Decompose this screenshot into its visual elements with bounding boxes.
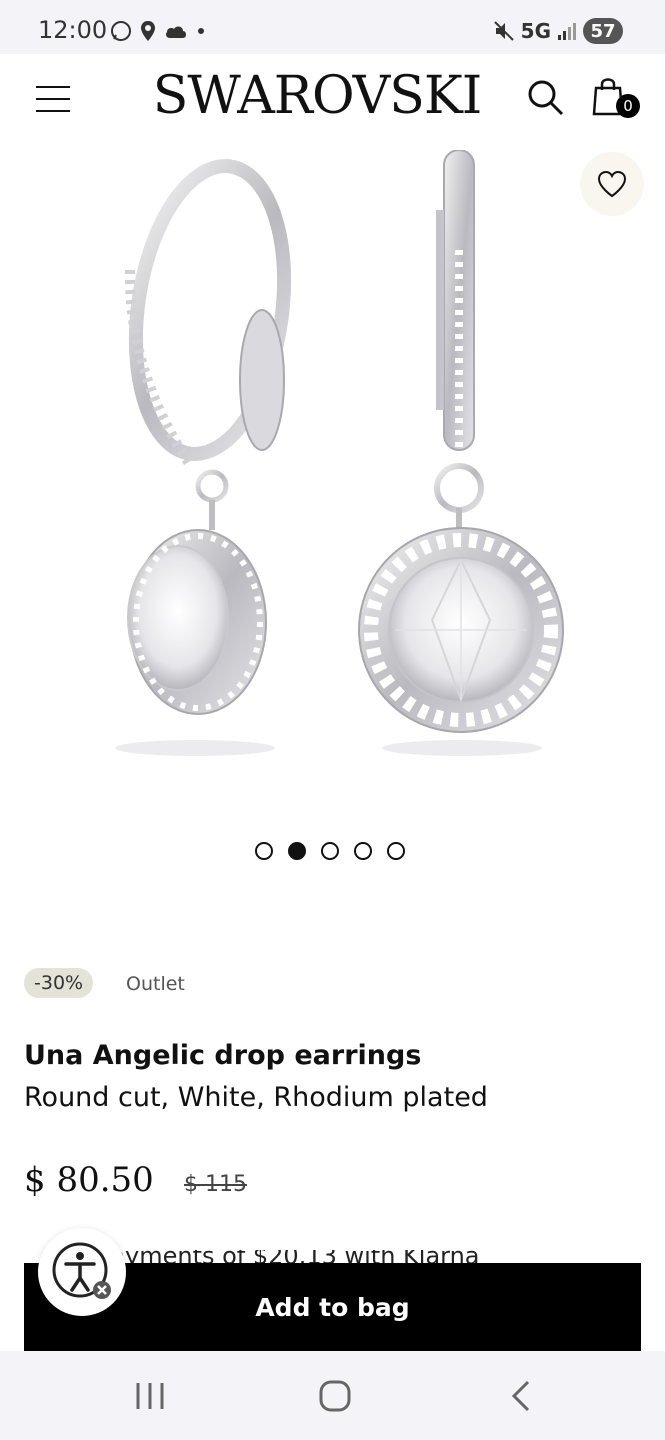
heart-icon	[597, 170, 627, 198]
original-price: $ 115	[184, 1172, 247, 1197]
back-icon	[511, 1380, 530, 1412]
recent-apps-button[interactable]	[134, 1379, 166, 1417]
product-subtitle: Round cut, White, Rhodium plated	[24, 1082, 488, 1113]
outlet-tag: Outlet	[126, 973, 185, 995]
mute-icon	[493, 21, 514, 41]
carousel-dot-3[interactable]	[321, 842, 339, 860]
whatsapp-icon	[111, 21, 131, 41]
menu-button[interactable]	[36, 86, 70, 114]
menu-line	[36, 98, 70, 100]
payment-info-partial: or 4 payments of $20.13 with Klarna	[40, 1250, 620, 1264]
cloud-icon	[166, 26, 186, 38]
product-image[interactable]	[0, 149, 665, 790]
bag-button[interactable]: 0	[592, 76, 640, 124]
recent-apps-icon	[136, 1383, 164, 1409]
carousel-dot-2[interactable]	[288, 842, 306, 860]
carousel-dot-5[interactable]	[387, 842, 405, 860]
status-time: 12:00	[38, 16, 108, 44]
wishlist-button[interactable]	[580, 152, 644, 216]
signal-icon	[558, 23, 576, 40]
system-nav-bar	[0, 1351, 665, 1440]
carousel-indicators	[255, 842, 405, 860]
network-label: 5G	[520, 19, 551, 43]
battery-indicator: 57	[583, 18, 623, 44]
menu-line	[36, 110, 70, 112]
carousel-dot-1[interactable]	[255, 842, 273, 860]
payment-info-text: or 4 payments of $20.13 with Klarna	[40, 1250, 480, 1264]
status-bar: 12:00 5G 57	[0, 0, 665, 54]
accessibility-icon	[52, 1242, 111, 1299]
discount-badge: -30%	[24, 968, 94, 998]
status-system-icons: 5G 57	[493, 18, 623, 44]
status-notification-icons	[110, 20, 206, 42]
location-icon	[141, 21, 155, 41]
site-header: SWAROVSKI 0	[0, 54, 665, 150]
bag-count-badge: 0	[616, 94, 640, 118]
accessibility-button[interactable]	[38, 1228, 126, 1316]
search-icon	[528, 80, 564, 116]
home-icon	[319, 1380, 351, 1412]
earrings-illustration	[115, 149, 564, 756]
dot-icon	[198, 28, 204, 34]
home-button[interactable]	[318, 1379, 352, 1417]
carousel-dot-4[interactable]	[354, 842, 372, 860]
back-button[interactable]	[508, 1379, 534, 1417]
product-price: $ 80.50	[24, 1160, 154, 1200]
product-title: Una Angelic drop earrings	[24, 1040, 422, 1071]
search-button[interactable]	[526, 78, 566, 118]
brand-logo[interactable]: SWAROVSKI	[140, 66, 494, 126]
menu-line	[36, 86, 70, 88]
